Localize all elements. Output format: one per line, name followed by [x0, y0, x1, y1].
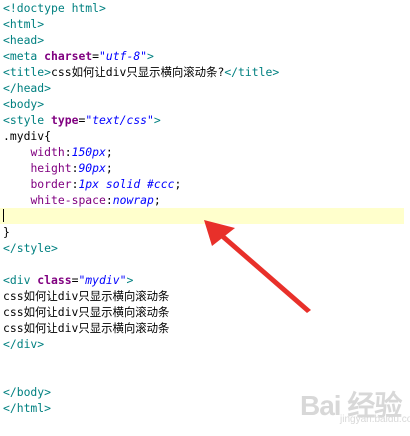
red-arrow-annotation [204, 220, 311, 313]
baidu-jingyan-watermark: Bai 经验 jingyan.baidu.com [300, 384, 410, 430]
watermark-url: jingyan.baidu.com [340, 414, 410, 425]
